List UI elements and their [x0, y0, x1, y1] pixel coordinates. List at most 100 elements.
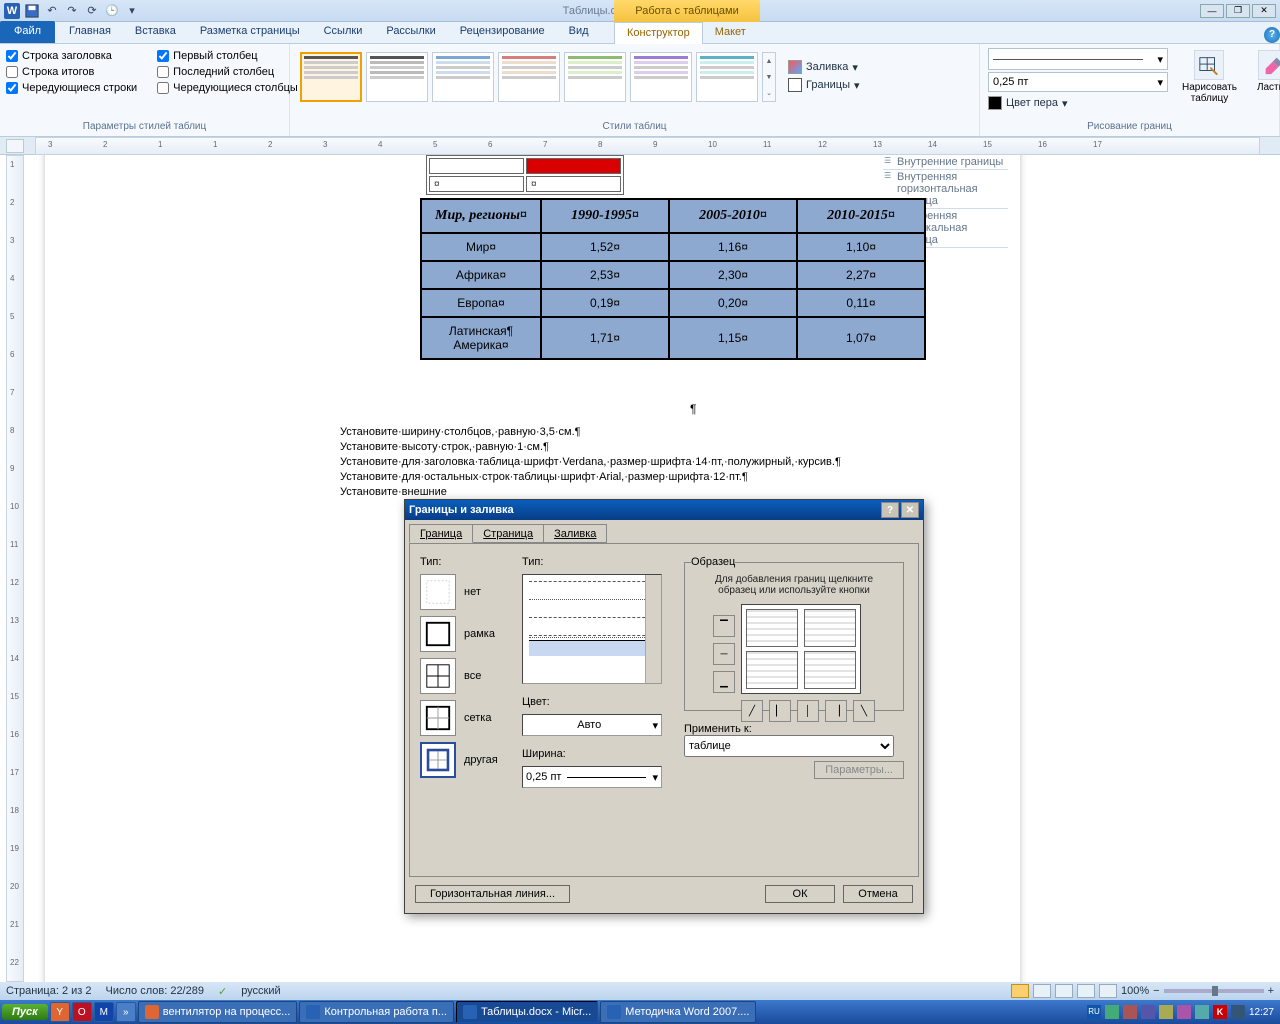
tray-icon-3[interactable]: [1141, 1005, 1155, 1019]
borders-dropdown[interactable]: Границы ▾: [788, 78, 860, 92]
chk-banded-cols[interactable]: Чередующиеся столбцы: [157, 82, 298, 94]
history-icon[interactable]: 🕒: [104, 3, 120, 19]
cell[interactable]: 2,30¤: [669, 261, 797, 289]
eraser-button[interactable]: Ластик: [1251, 48, 1280, 95]
apply-to-select[interactable]: таблице: [684, 735, 894, 757]
ql-opera[interactable]: O: [72, 1002, 92, 1022]
ql-yandex[interactable]: Y: [50, 1002, 70, 1022]
small-table[interactable]: ¤¤: [426, 155, 624, 195]
pen-color-dropdown[interactable]: Цвет пера ▾: [988, 96, 1168, 110]
dlg-tab-border[interactable]: Граница: [409, 524, 473, 543]
cancel-button[interactable]: Отмена: [843, 885, 913, 903]
cell[interactable]: 2,27¤: [797, 261, 925, 289]
tray-clock[interactable]: 12:27: [1249, 1007, 1274, 1018]
border-hmid-btn[interactable]: ─: [713, 643, 735, 665]
tray-icon-4[interactable]: [1159, 1005, 1173, 1019]
vertical-ruler[interactable]: 1234567891011121314151617181920212223242…: [6, 155, 24, 982]
tab-file[interactable]: Файл: [0, 21, 55, 43]
word-icon[interactable]: W: [4, 3, 20, 19]
tray-icon-8[interactable]: [1231, 1005, 1245, 1019]
zoom-out-icon[interactable]: −: [1153, 985, 1159, 997]
ruler-corner[interactable]: [6, 139, 24, 153]
style-list-scrollbar[interactable]: [645, 575, 661, 683]
dlg-tab-page[interactable]: Страница: [472, 524, 544, 543]
chk-banded-rows[interactable]: Чередующиеся строки: [6, 82, 137, 94]
repeat-icon[interactable]: ⟳: [84, 3, 100, 19]
line-style-list[interactable]: [522, 574, 662, 684]
view-web-layout[interactable]: [1055, 984, 1073, 998]
status-lang[interactable]: русский: [241, 985, 280, 997]
width-combo[interactable]: 0,25 пт▾: [522, 766, 662, 788]
qat-menu-icon[interactable]: ▾: [124, 3, 140, 19]
th-2005[interactable]: 2005-2010¤: [669, 199, 797, 233]
body-text[interactable]: Установите·ширину·столбцов,·равную·3,5·с…: [340, 425, 841, 500]
smart-tag-inner[interactable]: Внутренние границы: [883, 155, 1008, 170]
horizontal-ruler[interactable]: 3211234567891011121314151617: [35, 137, 1260, 155]
view-outline[interactable]: [1077, 984, 1095, 998]
type-grid[interactable]: сетка: [420, 700, 510, 736]
minimize-icon[interactable]: —: [1200, 4, 1224, 18]
zoom-slider[interactable]: [1164, 989, 1264, 993]
border-bottom-btn[interactable]: ▁: [713, 671, 735, 693]
color-combo[interactable]: Авто▾: [522, 714, 662, 736]
border-right-btn[interactable]: ▕: [825, 700, 847, 722]
cell[interactable]: 0,19¤: [541, 289, 669, 317]
dlg-tab-shading[interactable]: Заливка: [543, 524, 607, 543]
style-thumb-3[interactable]: [432, 52, 494, 102]
ok-button[interactable]: ОК: [765, 885, 835, 903]
tab-review[interactable]: Рецензирование: [448, 21, 557, 43]
tab-references[interactable]: Ссылки: [312, 21, 375, 43]
chk-first-col[interactable]: Первый столбец: [157, 50, 298, 62]
cell[interactable]: Европа¤: [421, 289, 541, 317]
save-icon[interactable]: [24, 3, 40, 19]
close-icon[interactable]: ✕: [1252, 4, 1276, 18]
cell[interactable]: 1,15¤: [669, 317, 797, 359]
zoom-in-icon[interactable]: +: [1268, 985, 1274, 997]
tray-kaspersky-icon[interactable]: K: [1213, 1005, 1227, 1019]
style-thumb-1[interactable]: [300, 52, 362, 102]
line-weight-select[interactable]: 0,25 пт▾: [988, 72, 1168, 92]
type-none[interactable]: нет: [420, 574, 510, 610]
cell[interactable]: 1,52¤: [541, 233, 669, 261]
view-print-layout[interactable]: [1011, 984, 1029, 998]
task-word3[interactable]: Методичка Word 2007....: [600, 1001, 756, 1023]
style-thumb-2[interactable]: [366, 52, 428, 102]
shading-dropdown[interactable]: Заливка ▾: [788, 60, 860, 74]
th-region[interactable]: Мир, регионы¤: [421, 199, 541, 233]
table-styles-gallery[interactable]: ▲▼⌄ Заливка ▾ Границы ▾: [296, 48, 973, 106]
tray-icon-2[interactable]: [1123, 1005, 1137, 1019]
chk-total-row[interactable]: Строка итогов: [6, 66, 137, 78]
type-custom[interactable]: другая: [420, 742, 510, 778]
tab-design[interactable]: Конструктор: [614, 22, 703, 44]
cell[interactable]: 1,07¤: [797, 317, 925, 359]
cell[interactable]: 1,10¤: [797, 233, 925, 261]
view-full-screen[interactable]: [1033, 984, 1051, 998]
style-thumb-7[interactable]: [696, 52, 758, 102]
border-vmid-btn[interactable]: │: [797, 700, 819, 722]
preview-box[interactable]: [741, 604, 861, 694]
status-page[interactable]: Страница: 2 из 2: [6, 985, 92, 997]
tray-icon-5[interactable]: [1177, 1005, 1191, 1019]
restore-icon[interactable]: ❐: [1226, 4, 1250, 18]
dialog-close-icon[interactable]: ✕: [901, 502, 919, 518]
redo-icon[interactable]: ↷: [64, 3, 80, 19]
tab-mailings[interactable]: Рассылки: [374, 21, 447, 43]
tab-view[interactable]: Вид: [557, 21, 601, 43]
style-thumb-4[interactable]: [498, 52, 560, 102]
type-all[interactable]: все: [420, 658, 510, 694]
line-style-select[interactable]: ▾: [988, 48, 1168, 70]
style-thumb-5[interactable]: [564, 52, 626, 102]
cell[interactable]: 1,16¤: [669, 233, 797, 261]
draw-table-button[interactable]: Нарисовать таблицу: [1176, 48, 1243, 106]
zoom-value[interactable]: 100%: [1121, 985, 1149, 997]
tray-icon-1[interactable]: [1105, 1005, 1119, 1019]
cell[interactable]: 1,71¤: [541, 317, 669, 359]
cell[interactable]: Латинская¶ Америка¤: [421, 317, 541, 359]
main-data-table[interactable]: Мир, регионы¤ 1990-1995¤ 2005-2010¤ 2010…: [420, 198, 926, 360]
tray-lang[interactable]: RU: [1087, 1005, 1101, 1019]
border-left-btn[interactable]: ▏: [769, 700, 791, 722]
cell[interactable]: Африка¤: [421, 261, 541, 289]
chk-header-row[interactable]: Строка заголовка: [6, 50, 137, 62]
tab-home[interactable]: Главная: [57, 21, 123, 43]
th-2010[interactable]: 2010-2015¤: [797, 199, 925, 233]
